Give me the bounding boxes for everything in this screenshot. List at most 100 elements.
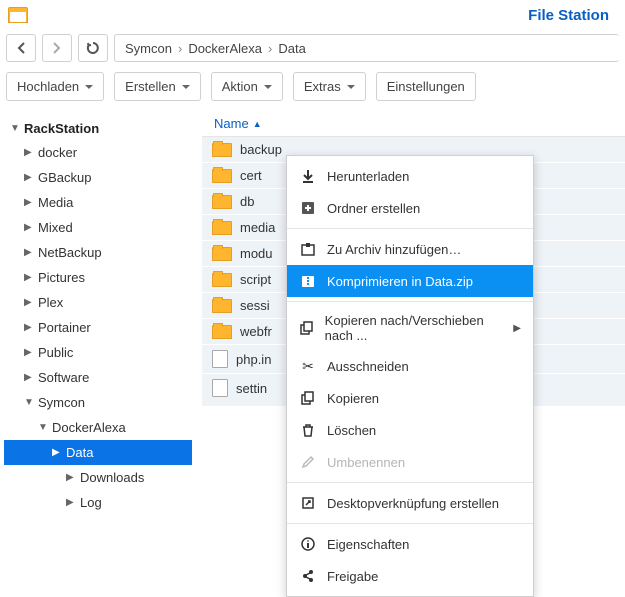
- action-button[interactable]: Aktion: [211, 72, 283, 101]
- sidebar: RackStation docker GBackup Media Mixed NetBa…: [0, 111, 196, 564]
- file-name: cert: [240, 168, 262, 183]
- tree-item-label: Pictures: [38, 270, 85, 285]
- menu-desktop-shortcut[interactable]: Desktopverknüpfung erstellen: [287, 487, 533, 519]
- chevron-right-icon: [24, 247, 34, 258]
- breadcrumb-item[interactable]: Symcon: [125, 41, 172, 56]
- tree-item[interactable]: Data: [4, 440, 192, 465]
- chevron-right-icon: [24, 347, 34, 358]
- menu-add-to-archive[interactable]: Zu Archiv hinzufügen…: [287, 233, 533, 265]
- share-icon: [299, 567, 317, 585]
- folder-icon: [212, 299, 232, 313]
- file-name: php.in: [236, 352, 271, 367]
- menu-delete[interactable]: Löschen: [287, 414, 533, 446]
- menu-copy[interactable]: Kopieren: [287, 382, 533, 414]
- extras-button[interactable]: Extras: [293, 72, 366, 101]
- info-icon: [299, 535, 317, 553]
- tree-item[interactable]: Plex: [4, 290, 192, 315]
- folder-icon: [212, 325, 232, 339]
- file-name: backup: [240, 142, 282, 157]
- chevron-right-icon: [24, 322, 34, 333]
- column-header-name[interactable]: Name ▲: [202, 111, 625, 137]
- file-name: webfr: [240, 324, 272, 339]
- chevron-right-icon: [24, 197, 34, 208]
- context-menu: Herunterladen Ordner erstellen Zu Archiv…: [286, 155, 534, 597]
- tree-item[interactable]: Mixed: [4, 215, 192, 240]
- archive-add-icon: [299, 240, 317, 258]
- app-title: File Station: [528, 7, 617, 24]
- tree-item-label: Media: [38, 195, 73, 210]
- copy-icon: [299, 389, 317, 407]
- folder-icon: [212, 247, 232, 261]
- tree-item-label: Data: [66, 445, 93, 460]
- tree-item[interactable]: NetBackup: [4, 240, 192, 265]
- copy-move-icon: [299, 319, 315, 337]
- tree-item-label: NetBackup: [38, 245, 102, 260]
- file-name: db: [240, 194, 254, 209]
- navigation-bar: Symcon › DockerAlexa › Data: [0, 30, 625, 66]
- settings-button[interactable]: Einstellungen: [376, 72, 476, 101]
- tree-item[interactable]: Symcon: [4, 390, 192, 415]
- tree-item-label: docker: [38, 145, 77, 160]
- chevron-down-icon: [182, 85, 190, 89]
- tree-item-label: Mixed: [38, 220, 73, 235]
- chevron-down-icon: [85, 85, 93, 89]
- compress-icon: [299, 272, 317, 290]
- chevron-down-icon: [264, 85, 272, 89]
- tree-item[interactable]: Downloads: [4, 465, 192, 490]
- menu-download[interactable]: Herunterladen: [287, 160, 533, 192]
- download-icon: [299, 167, 317, 185]
- file-name: media: [240, 220, 275, 235]
- shortcut-icon: [299, 494, 317, 512]
- pencil-icon: [299, 453, 317, 471]
- menu-share[interactable]: Freigabe: [287, 560, 533, 592]
- chevron-right-icon: [24, 372, 34, 383]
- chevron-right-icon: [66, 497, 76, 508]
- upload-button[interactable]: Hochladen: [6, 72, 104, 101]
- chevron-right-icon: [24, 297, 34, 308]
- folder-icon: [212, 221, 232, 235]
- tree-item-label: Public: [38, 345, 73, 360]
- tree-item-label: GBackup: [38, 170, 91, 185]
- tree-item[interactable]: GBackup: [4, 165, 192, 190]
- back-button[interactable]: [6, 34, 36, 62]
- menu-create-folder[interactable]: Ordner erstellen: [287, 192, 533, 224]
- folder-icon: [212, 169, 232, 183]
- tree-item[interactable]: Software: [4, 365, 192, 390]
- title-bar: File Station: [0, 0, 625, 30]
- refresh-button[interactable]: [78, 34, 108, 62]
- file-name: settin: [236, 381, 267, 396]
- menu-cut[interactable]: ✂ Ausschneiden: [287, 350, 533, 382]
- chevron-right-icon: [52, 447, 62, 458]
- menu-separator: [287, 228, 533, 229]
- folder-icon: [212, 273, 232, 287]
- tree-item-label: DockerAlexa: [52, 420, 126, 435]
- breadcrumb-sep-icon: ›: [178, 41, 182, 56]
- menu-copy-move[interactable]: Kopieren nach/Verschieben nach ... ▶: [287, 306, 533, 350]
- tree-item[interactable]: docker: [4, 140, 192, 165]
- menu-compress[interactable]: Komprimieren in Data.zip: [287, 265, 533, 297]
- tree-item[interactable]: Public: [4, 340, 192, 365]
- file-name: sessi: [240, 298, 270, 313]
- file-name: modu: [240, 246, 273, 261]
- file-name: script: [240, 272, 271, 287]
- breadcrumb-item[interactable]: DockerAlexa: [188, 41, 262, 56]
- tree-item[interactable]: Pictures: [4, 265, 192, 290]
- action-toolbar: Hochladen Erstellen Aktion Extras Einste…: [0, 66, 625, 111]
- tree-item[interactable]: Log: [4, 490, 192, 515]
- breadcrumb-sep-icon: ›: [268, 41, 272, 56]
- tree-root[interactable]: RackStation: [4, 117, 192, 140]
- tree-item-label: Symcon: [38, 395, 85, 410]
- chevron-down-icon: [24, 397, 34, 408]
- tree-item[interactable]: Media: [4, 190, 192, 215]
- tree-item-label: Downloads: [80, 470, 144, 485]
- tree-item[interactable]: DockerAlexa: [4, 415, 192, 440]
- forward-button[interactable]: [42, 34, 72, 62]
- breadcrumb-item[interactable]: Data: [278, 41, 305, 56]
- tree-item[interactable]: Portainer: [4, 315, 192, 340]
- breadcrumb[interactable]: Symcon › DockerAlexa › Data: [114, 34, 619, 62]
- folder-icon: [212, 195, 232, 209]
- create-button[interactable]: Erstellen: [114, 72, 201, 101]
- menu-properties[interactable]: Eigenschaften: [287, 528, 533, 560]
- chevron-right-icon: [24, 222, 34, 233]
- file-icon: [212, 379, 228, 397]
